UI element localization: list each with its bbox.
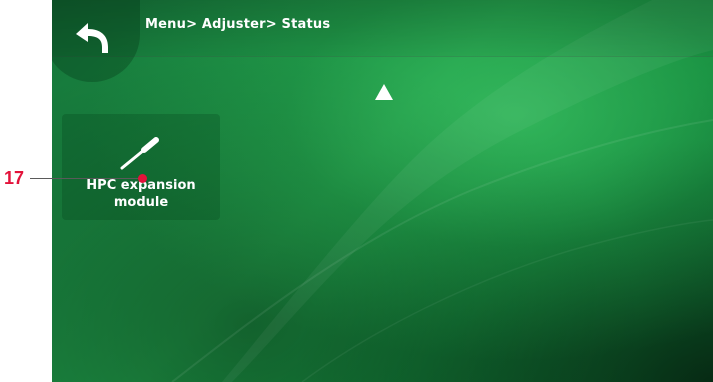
- callout-dot: [138, 174, 147, 183]
- callout-number: 17: [4, 168, 25, 188]
- callout-leader-line: [30, 178, 142, 179]
- top-bar: Menu> Adjuster> Status: [52, 0, 713, 82]
- screwdriver-icon: [120, 137, 159, 170]
- scroll-up-button[interactable]: [375, 84, 393, 100]
- tile-hpc-expansion-module[interactable]: HPC expansion module: [62, 114, 220, 220]
- breadcrumb: Menu> Adjuster> Status: [145, 17, 331, 32]
- touch-screen: Menu> Adjuster> Status HPC expansion mod…: [52, 0, 713, 382]
- manual-figure: Menu> Adjuster> Status HPC expansion mod…: [0, 0, 713, 382]
- back-arrow-icon: [76, 23, 108, 53]
